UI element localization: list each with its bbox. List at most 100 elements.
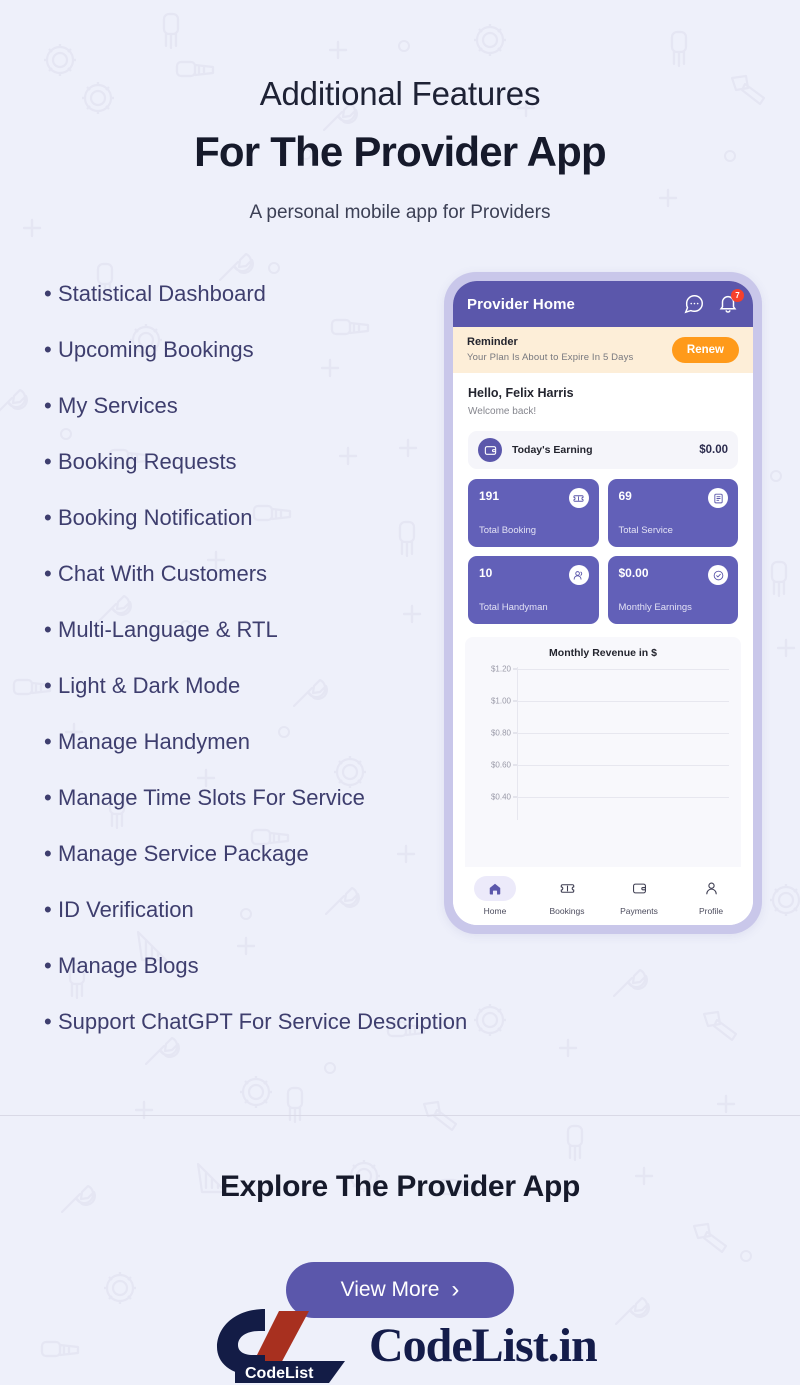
list-item: • Multi-Language & RTL (44, 619, 444, 675)
chart-tickmark (513, 796, 517, 798)
chart-y-tick-label: $1.20 (490, 664, 511, 674)
list-item: • Upcoming Bookings (44, 339, 444, 395)
feature-label: ID Verification (58, 897, 194, 922)
bullet-icon: • (44, 953, 52, 978)
bullet-icon: • (44, 617, 52, 642)
earning-label: Today's Earning (512, 444, 593, 456)
greeting-name: Hello, Felix Harris (468, 386, 574, 400)
list-item: • Support ChatGPT For Service Description (44, 1009, 467, 1067)
nav-label: Payments (620, 906, 658, 916)
home-icon (489, 883, 501, 894)
nav-item-bookings[interactable]: Bookings (531, 876, 603, 916)
phone-screen: Provider Home 7 Reminder Your Plan Is Ab… (453, 281, 753, 925)
bullet-icon: • (44, 561, 52, 586)
codelist-logo[interactable]: CodeList CodeList.in (205, 1305, 598, 1385)
feature-label: Manage Handymen (58, 729, 251, 754)
stat-card-monthly-earnings[interactable]: $0.00 Monthly Earnings (607, 556, 738, 624)
notification-badge: 7 (731, 289, 744, 302)
list-item: • ID Verification (44, 899, 444, 955)
app-bar-title: Provider Home (467, 295, 575, 313)
nav-label: Home (483, 906, 507, 916)
person-icon (705, 882, 717, 895)
greeting-subtext: Welcome back! (468, 406, 537, 417)
page-title-secondary: For The Provider App (194, 128, 607, 175)
nav-item-payments[interactable]: Payments (603, 876, 675, 916)
list-item: • Manage Blogs (44, 955, 444, 1011)
stats-grid: 191 Total Booking 69 Total Service 10 To… (468, 479, 738, 624)
badge-check-icon (708, 565, 728, 585)
feature-label: Upcoming Bookings (58, 337, 254, 362)
wallet-icon (632, 883, 646, 894)
stat-card-total-booking[interactable]: 191 Total Booking (468, 479, 599, 547)
people-icon (568, 565, 589, 585)
greeting-block: Hello, Felix Harris Welcome back! (453, 373, 753, 417)
stat-card-total-service[interactable]: 69 Total Service (607, 479, 738, 547)
bell-icon[interactable]: 7 (717, 289, 744, 315)
nav-label: Profile (698, 906, 724, 916)
chart-tickmark (513, 764, 517, 766)
ticket-icon (568, 488, 589, 508)
nav-pill (474, 876, 516, 901)
bullet-icon: • (44, 841, 52, 866)
bullet-icon: • (44, 673, 52, 698)
chart-tickmark (513, 668, 517, 670)
logo-wordmark: CodeList.in (369, 1318, 598, 1372)
nav-pill (618, 876, 660, 901)
page-subtitle: A personal mobile app for Providers (249, 202, 551, 223)
chart-plot-area: $1.20 $1.00 $0.80 $0.60 $0.40 (473, 664, 733, 820)
chart-y-tick-label: $0.80 (490, 728, 511, 738)
chart-tickmark (513, 700, 517, 702)
reminder-title: Reminder (467, 336, 518, 348)
chart-gridline (517, 733, 729, 734)
reminder-message: Your Plan Is About to Expire In 5 Days (467, 352, 634, 363)
chart-y-tick-label: $1.00 (490, 696, 511, 706)
nav-item-profile[interactable]: Profile (675, 876, 747, 916)
feature-label: Chat With Customers (58, 561, 268, 586)
list-item: • My Services (44, 395, 444, 451)
bullet-icon: • (44, 897, 52, 922)
bullet-icon: • (44, 729, 52, 754)
document-icon (708, 488, 728, 508)
bottom-navigation-bar: Home Bookings Payments Profile (453, 867, 753, 925)
ticket-icon (560, 884, 574, 893)
feature-label: Manage Time Slots For Service (58, 785, 365, 810)
chart-tickmark (513, 732, 517, 734)
nav-label: Bookings (549, 906, 585, 916)
renew-button[interactable]: Renew (671, 336, 739, 363)
reminder-banner: Reminder Your Plan Is About to Expire In… (453, 327, 753, 373)
nav-pill (546, 876, 588, 901)
chart-y-tick-label: $0.40 (490, 792, 511, 802)
list-item: • Booking Notification (44, 507, 444, 563)
chevron-right-icon: › (451, 1276, 460, 1303)
feature-label: Statistical Dashboard (58, 281, 266, 306)
chat-bubble-icon[interactable] (683, 293, 705, 315)
phone-mockup: Provider Home 7 Reminder Your Plan Is Ab… (444, 272, 762, 934)
codelist-logo-mark: CodeList (217, 1309, 345, 1383)
stat-label: Total Booking (479, 525, 537, 536)
feature-label: Support ChatGPT For Service Description (58, 1009, 468, 1034)
list-item: • Light & Dark Mode (44, 675, 444, 731)
list-item: • Manage Handymen (44, 731, 444, 787)
list-item: • Booking Requests (44, 451, 444, 507)
bullet-icon: • (44, 785, 52, 810)
nav-item-home[interactable]: Home (459, 876, 531, 916)
feature-label: Light & Dark Mode (58, 673, 241, 698)
feature-list: • Statistical Dashboard • Upcoming Booking… (44, 281, 467, 1067)
bullet-icon: • (44, 1009, 52, 1034)
feature-label: My Services (58, 393, 178, 418)
chart-gridline (517, 765, 729, 766)
stat-card-total-handyman[interactable]: 10 Total Handyman (468, 556, 599, 624)
bullet-icon: • (44, 393, 52, 418)
todays-earning-card[interactable]: Today's Earning $0.00 (468, 431, 738, 469)
nav-pill (690, 876, 732, 901)
stat-label: Total Handyman (479, 602, 548, 613)
app-bar: Provider Home 7 (453, 281, 753, 327)
list-item: • Manage Time Slots For Service (44, 787, 444, 843)
feature-label: Manage Blogs (58, 953, 199, 978)
feature-label: Manage Service Package (58, 841, 309, 866)
bullet-icon: • (44, 337, 52, 362)
bullet-icon: • (44, 449, 52, 474)
chart-gridline (517, 701, 729, 702)
wallet-icon (478, 438, 502, 462)
reminder-texts: Reminder Your Plan Is About to Expire In… (467, 336, 672, 363)
